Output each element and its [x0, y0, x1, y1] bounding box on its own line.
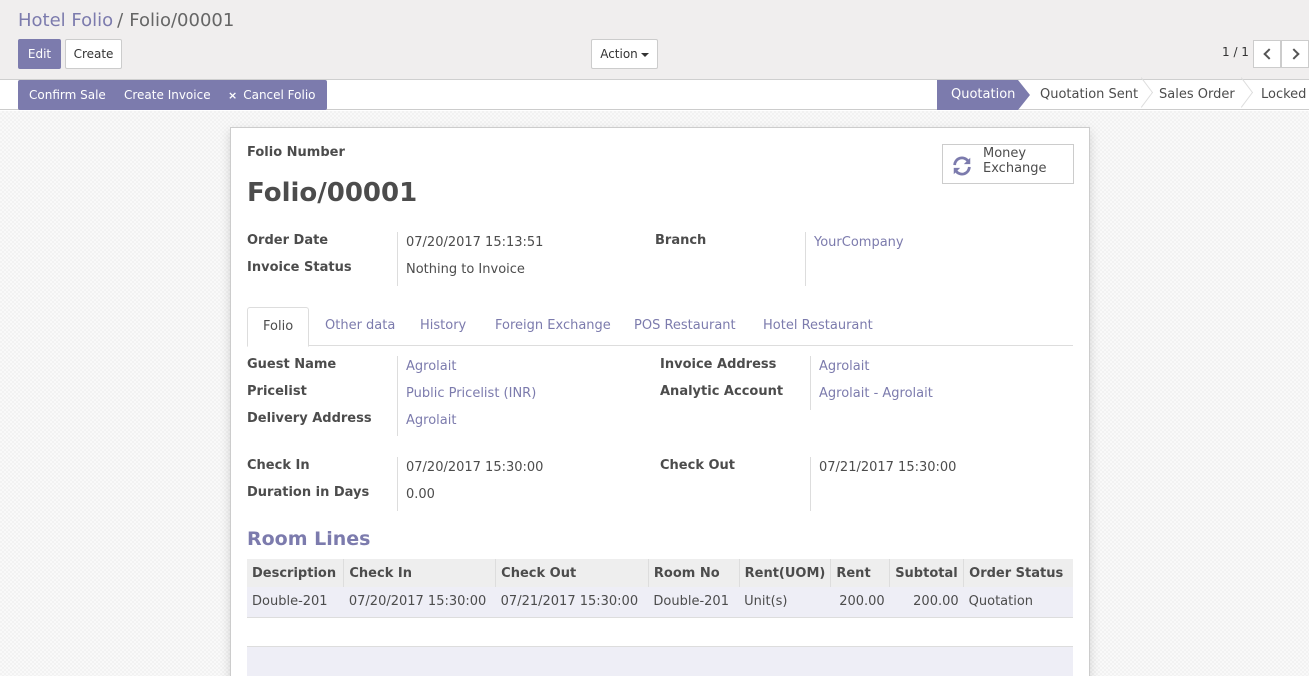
cancel-folio-label: Cancel Folio	[243, 88, 316, 102]
pricelist-link[interactable]: Public Pricelist (INR)	[406, 386, 536, 401]
field-divider	[397, 232, 398, 286]
stage-locked[interactable]: Locked	[1261, 80, 1306, 110]
delivery-address-label: Delivery Address	[247, 411, 372, 426]
chevron-right-icon	[1288, 48, 1300, 60]
analytic-account-label: Analytic Account	[660, 384, 784, 399]
invoice-address-label: Invoice Address	[660, 357, 777, 372]
field-divider	[397, 457, 398, 511]
money-exchange-label: Money Exchange	[983, 146, 1047, 176]
tab-pos-restaurant[interactable]: POS Restaurant	[634, 307, 736, 346]
edit-button[interactable]: Edit	[18, 39, 61, 69]
breadcrumb: Hotel Folio / Folio/00001	[18, 10, 234, 31]
table-cell: Double-201	[648, 587, 740, 618]
stage-quotation[interactable]: Quotation	[937, 80, 1018, 110]
column-header[interactable]: Rent	[830, 559, 891, 587]
table-cell: Double-201	[247, 587, 344, 618]
stage-arrow	[1018, 80, 1030, 110]
room-lines-title: Room Lines	[247, 528, 371, 550]
close-icon: ×	[228, 89, 238, 102]
pager-next-button[interactable]	[1281, 40, 1309, 68]
tab-foreign-exchange[interactable]: Foreign Exchange	[495, 307, 611, 346]
tab-folio[interactable]: Folio	[247, 307, 310, 347]
table-cell: 07/20/2017 15:30:00	[343, 587, 496, 618]
table-footer-row	[247, 646, 1073, 676]
field-divider	[810, 356, 811, 410]
guest-name-link[interactable]: Agrolait	[406, 359, 456, 374]
invoice-status-value: Nothing to Invoice	[406, 262, 525, 277]
order-date-label: Order Date	[247, 233, 329, 248]
stage-quotation-sent[interactable]: Quotation Sent	[1040, 80, 1138, 110]
field-divider	[397, 356, 398, 436]
pager-previous-button[interactable]	[1253, 40, 1281, 68]
table-cell: 200.00	[889, 587, 964, 618]
duration-value: 0.00	[406, 487, 435, 502]
statusbar: Confirm Sale Create Invoice × Cancel Foli…	[0, 80, 1309, 110]
delivery-address-link[interactable]: Agrolait	[406, 413, 456, 428]
table-cell: 07/21/2017 15:30:00	[495, 587, 649, 618]
pager-value: 1 / 1	[1222, 45, 1249, 59]
breadcrumb-current: Folio/00001	[129, 10, 235, 31]
action-dropdown-button[interactable]: Action	[591, 39, 658, 69]
pricelist-label: Pricelist	[247, 384, 307, 399]
invoice-status-label: Invoice Status	[247, 260, 352, 275]
tab-hotel-restaurant[interactable]: Hotel Restaurant	[763, 307, 873, 346]
column-header[interactable]: Description	[247, 559, 345, 587]
order-date-value: 07/20/2017 15:13:51	[406, 235, 544, 250]
refresh-icon	[953, 156, 971, 176]
branch-link[interactable]: YourCompany	[814, 235, 904, 250]
caret-down-icon	[640, 52, 649, 57]
check-out-value: 07/21/2017 15:30:00	[819, 460, 957, 475]
invoice-address-link[interactable]: Agrolait	[819, 359, 869, 374]
create-button[interactable]: Create	[65, 39, 122, 69]
control-panel: Hotel Folio / Folio/00001 Edit Create Acti…	[0, 0, 1309, 80]
table-row[interactable]: Double-201 07/20/2017 15:30:00 07/21/201…	[247, 587, 1073, 618]
column-header[interactable]: Check Out	[495, 559, 649, 587]
breadcrumb-separator: /	[117, 10, 124, 31]
table-header-row: Description Check In Check Out Room No R…	[247, 559, 1073, 587]
table-cell: Quotation	[963, 587, 1073, 618]
stage-separator	[1234, 80, 1246, 110]
column-header[interactable]: Subtotal	[889, 559, 965, 587]
action-label: Action	[600, 47, 638, 61]
page-title: Folio/00001	[247, 178, 418, 208]
column-header[interactable]: Rent(UOM)	[739, 559, 832, 587]
column-header[interactable]: Room No	[648, 559, 740, 587]
guest-name-label: Guest Name	[247, 357, 337, 372]
room-lines-table: Description Check In Check Out Room No R…	[247, 559, 1073, 618]
cancel-folio-button[interactable]: × Cancel Folio	[217, 80, 327, 110]
confirm-sale-button[interactable]: Confirm Sale	[18, 80, 117, 110]
branch-label: Branch	[655, 233, 707, 248]
create-invoice-button[interactable]: Create Invoice	[113, 80, 222, 110]
notebook-tabs: Folio Other data History Foreign Exchang…	[247, 307, 1073, 347]
column-header[interactable]: Order Status	[963, 559, 1073, 587]
table-cell: 200.00	[830, 587, 890, 618]
check-in-value: 07/20/2017 15:30:00	[406, 460, 544, 475]
check-out-label: Check Out	[660, 458, 736, 473]
analytic-account-link[interactable]: Agrolait - Agrolait	[819, 386, 933, 401]
tab-history[interactable]: History	[420, 307, 466, 346]
stage-separator	[1134, 80, 1146, 110]
field-divider	[805, 232, 806, 286]
money-exchange-line2: Exchange	[983, 161, 1047, 176]
table-cell: Unit(s)	[739, 587, 831, 618]
money-exchange-button[interactable]: Money Exchange	[942, 144, 1074, 184]
tab-other-data[interactable]: Other data	[325, 307, 395, 346]
money-exchange-line1: Money	[983, 146, 1027, 161]
check-in-label: Check In	[247, 458, 310, 473]
chevron-left-icon	[1263, 48, 1275, 60]
field-divider	[810, 457, 811, 511]
folio-number-label: Folio Number	[247, 145, 345, 160]
duration-label: Duration in Days	[247, 485, 370, 500]
breadcrumb-parent-link[interactable]: Hotel Folio	[18, 10, 113, 31]
column-header[interactable]: Check In	[343, 559, 497, 587]
stage-sales-order[interactable]: Sales Order	[1159, 80, 1235, 110]
